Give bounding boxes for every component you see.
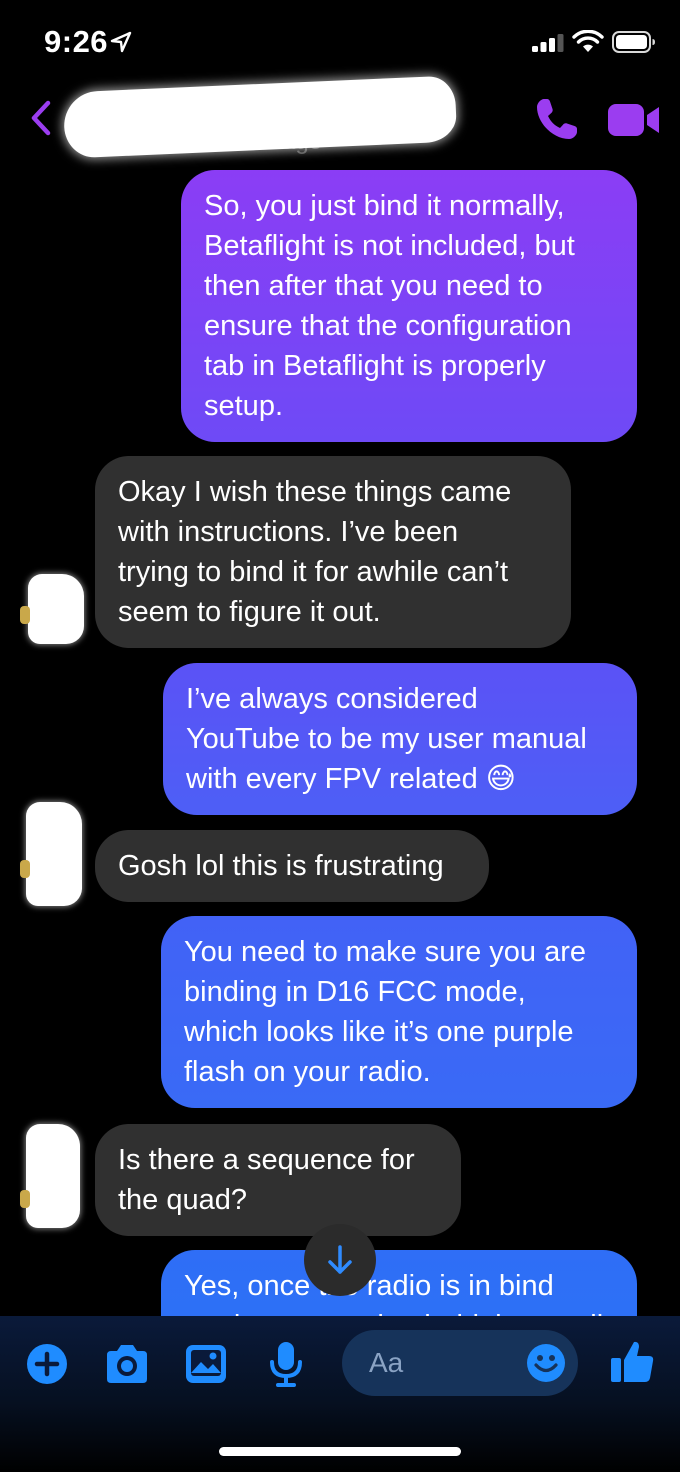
message-line: Okay I wish these things came xyxy=(118,476,512,508)
message-line: tab in Betaflight is properly xyxy=(204,350,546,382)
home-indicator[interactable] xyxy=(219,1447,461,1456)
message-bubble-incoming[interactable]: Is there a sequence for the quad? xyxy=(95,1124,461,1236)
location-arrow-icon xyxy=(110,31,132,53)
microphone-icon[interactable] xyxy=(268,1340,304,1388)
message-thread[interactable]: So, you just bind it normally, Betafligh… xyxy=(0,160,680,1316)
message-input-placeholder: Aa xyxy=(369,1347,404,1378)
message-line: seem to figure it out. xyxy=(118,596,381,628)
message-line: with instructions. I’ve been xyxy=(118,516,459,548)
message-line: flash on your radio. xyxy=(184,1056,431,1088)
contact-avatar[interactable] xyxy=(26,802,82,906)
message-line: I’ve always considered xyxy=(186,683,478,715)
message-line: ensure that the configuration xyxy=(204,310,572,342)
emoji-icon[interactable] xyxy=(526,1343,566,1383)
plus-icon[interactable] xyxy=(26,1343,68,1385)
status-time: 9:26 xyxy=(44,24,109,59)
message-bubble-outgoing[interactable]: I’ve always considered YouTube to be my … xyxy=(163,663,637,815)
thumbs-up-icon[interactable] xyxy=(608,1338,656,1386)
message-line: YouTube to be my user manual xyxy=(186,723,587,755)
message-bubble-outgoing[interactable]: You need to make sure you are binding in… xyxy=(161,916,637,1108)
message-line: trying to bind it for awhile can’t xyxy=(118,556,509,588)
avatar-fragment xyxy=(20,860,30,878)
message-bubble-outgoing[interactable]: So, you just bind it normally, Betafligh… xyxy=(181,170,637,442)
status-bar: 9:26 xyxy=(0,0,680,80)
message-line: Gosh lol this is frustrating xyxy=(118,850,444,882)
message-line: Is there a sequence for xyxy=(118,1144,415,1176)
avatar-fragment xyxy=(20,1190,30,1208)
gallery-icon[interactable] xyxy=(184,1343,228,1385)
message-line: So, you just bind it normally, xyxy=(204,190,565,222)
message-line: with every FPV related 😅 xyxy=(186,763,517,795)
message-bubble-outgoing[interactable]: Yes, once the radio is in bind mode you … xyxy=(161,1250,637,1316)
contact-avatar[interactable] xyxy=(28,574,84,644)
back-chevron-icon[interactable] xyxy=(26,98,56,138)
message-input[interactable]: Aa xyxy=(342,1330,578,1396)
avatar-fragment xyxy=(20,606,30,624)
message-line: binding in D16 FCC mode, xyxy=(184,976,526,1008)
cellular-signal-icon xyxy=(532,34,564,52)
contact-name-redaction[interactable] xyxy=(62,75,458,159)
wifi-icon xyxy=(572,30,604,52)
message-line: which looks like it’s one purple xyxy=(184,1016,574,1048)
message-line: Yes, once the radio is in bind xyxy=(184,1270,554,1302)
scroll-to-bottom-button[interactable] xyxy=(304,1224,376,1296)
message-line: Betaflight is not included, but xyxy=(204,230,575,262)
video-call-icon[interactable] xyxy=(606,100,662,140)
conversation-header: Active 3m ago xyxy=(0,75,680,160)
message-line: setup. xyxy=(204,390,283,422)
message-line: then after that you need to xyxy=(204,270,543,302)
arrow-down-icon xyxy=(328,1245,352,1274)
camera-icon[interactable] xyxy=(103,1343,151,1385)
contact-avatar[interactable] xyxy=(26,1124,80,1228)
message-line: mode you need to hold the small xyxy=(184,1306,615,1316)
message-line: the quad? xyxy=(118,1184,248,1216)
battery-icon xyxy=(612,31,655,53)
message-bubble-incoming[interactable]: Okay I wish these things came with instr… xyxy=(95,456,571,648)
message-bubble-incoming[interactable]: Gosh lol this is frustrating xyxy=(95,830,489,902)
phone-call-icon[interactable] xyxy=(534,96,580,142)
message-line: You need to make sure you are xyxy=(184,936,586,968)
